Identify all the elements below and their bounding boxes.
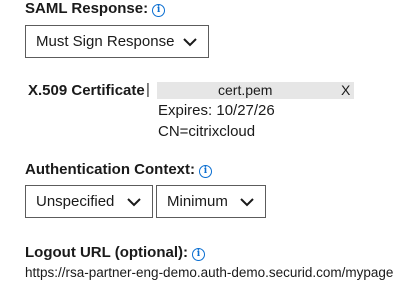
logout-url-value: https://rsa-partner-eng-demo.auth-demo.s… — [25, 265, 394, 280]
certificate-separator: | — [146, 81, 150, 98]
saml-response-label: SAML Response: i — [25, 0, 166, 17]
certificate-file-field: cert.pem X — [157, 82, 354, 99]
authentication-comparison-select[interactable]: Minimum — [156, 185, 266, 218]
saml-response-select[interactable]: Must Sign Response — [25, 25, 209, 58]
saml-response-select-value: Must Sign Response — [36, 33, 175, 50]
certificate-label: X.509 Certificate — [28, 82, 145, 99]
authentication-comparison-value: Minimum — [167, 193, 228, 210]
authentication-class-select[interactable]: Unspecified — [25, 185, 153, 218]
info-icon[interactable]: i — [152, 4, 166, 17]
authentication-context-label: Authentication Context: i — [25, 161, 212, 178]
chevron-down-icon — [240, 197, 254, 206]
authentication-class-value: Unspecified — [36, 193, 115, 210]
info-icon[interactable]: i — [192, 248, 206, 261]
info-icon[interactable]: i — [199, 165, 212, 178]
chevron-down-icon — [127, 197, 141, 206]
chevron-down-icon — [183, 37, 197, 46]
certificate-cn: CN=citrixcloud — [158, 123, 256, 140]
certificate-file-name: cert.pem — [218, 82, 273, 98]
certificate-expires: Expires: 10/27/26 — [158, 102, 275, 119]
remove-certificate-button[interactable]: X — [341, 82, 350, 98]
logout-url-label: Logout URL (optional): i — [25, 244, 206, 261]
